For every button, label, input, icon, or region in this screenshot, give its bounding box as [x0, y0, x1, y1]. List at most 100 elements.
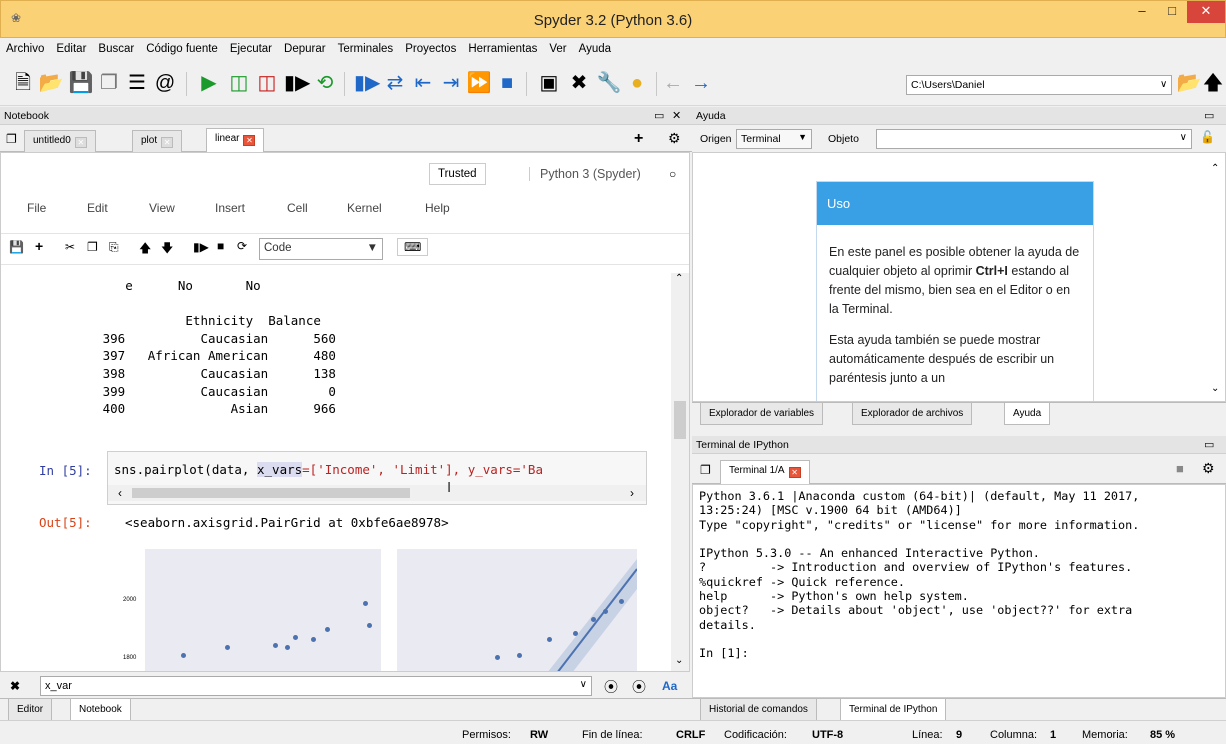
menu-terminales[interactable]: Terminales	[332, 38, 400, 55]
cell-hscrollbar[interactable]: ‹ ›	[108, 485, 646, 501]
origen-select[interactable]: Terminal ▼	[736, 129, 812, 149]
help-vscrollbar[interactable]: ⌃ ⌄	[1209, 163, 1225, 399]
close-find-icon[interactable]: ✖	[10, 679, 20, 693]
menu-herramientas[interactable]: Herramientas	[462, 38, 543, 55]
new-notebook-icon[interactable]: +	[634, 130, 643, 148]
jmenu-edit[interactable]: Edit	[87, 201, 108, 215]
stop-debug-icon[interactable]: ■	[494, 68, 520, 98]
menu-proyectos[interactable]: Proyectos	[399, 38, 462, 55]
scroll-thumb[interactable]	[674, 401, 686, 439]
tab-untitled0[interactable]: untitled0 ✕	[24, 130, 96, 152]
jmove-up-icon[interactable]: 🡅	[139, 239, 151, 260]
tab-file-explorer[interactable]: Explorador de archivos	[852, 403, 973, 425]
folder-browse-icon[interactable]: 📂	[1176, 68, 1202, 98]
tab-ipython-terminal[interactable]: Terminal de IPython	[840, 699, 947, 721]
maximize-button[interactable]: □	[1157, 1, 1187, 23]
parent-directory-icon[interactable]: 🡅	[1200, 68, 1226, 98]
tab-linear[interactable]: linear ✕	[206, 128, 265, 152]
undock-icon[interactable]: ▭	[654, 109, 664, 122]
close-tab-icon[interactable]: ✕	[161, 137, 174, 148]
working-directory-input[interactable]: C:\Users\Daniel	[906, 75, 1172, 95]
tab-terminal-1a[interactable]: Terminal 1/A ✕	[720, 460, 810, 484]
at-icon[interactable]: @	[152, 68, 178, 98]
scroll-thumb[interactable]	[132, 488, 410, 498]
options-gear-icon[interactable]: ⚙	[1202, 460, 1215, 477]
step-return-icon[interactable]: ⇥	[438, 68, 464, 98]
outline-icon[interactable]: ☰	[124, 68, 150, 98]
close-button[interactable]: ✕	[1187, 1, 1225, 23]
scroll-up-icon[interactable]: ⌃	[675, 273, 683, 284]
fullscreen-icon[interactable]: ✖	[566, 68, 592, 98]
continue-icon[interactable]: ⏩	[466, 68, 492, 98]
jkeyboard-icon[interactable]: ⌨	[397, 238, 429, 256]
code-cell[interactable]: sns.pairplot(data, x_vars=['Income', 'Li…	[107, 451, 647, 505]
close-tab-icon[interactable]: ✕	[74, 137, 87, 148]
jinsert-cell-icon[interactable]: +	[35, 238, 43, 254]
notebook-vscrollbar[interactable]: ⌃ ⌄	[671, 273, 689, 671]
new-file-icon[interactable]: 🗎	[10, 68, 36, 98]
maximize-pane-icon[interactable]: ▣	[536, 68, 562, 98]
browse-tabs-icon[interactable]: ❐	[700, 463, 711, 477]
jsave-icon[interactable]: 💾	[9, 240, 24, 254]
run-cell-icon[interactable]: ◫	[226, 68, 252, 98]
dropdown-arrow-icon[interactable]: ∨	[580, 679, 587, 690]
stop-kernel-icon[interactable]: ■	[1176, 461, 1184, 476]
find-next-icon[interactable]: ⦿	[632, 677, 646, 697]
menu-depurar[interactable]: Depurar	[278, 38, 332, 55]
jmove-down-icon[interactable]: 🡇	[161, 239, 173, 260]
jmenu-file[interactable]: File	[27, 201, 46, 215]
scroll-down-icon[interactable]: ⌄	[675, 655, 683, 666]
trusted-indicator[interactable]: Trusted	[429, 163, 486, 185]
scroll-up-icon[interactable]: ⌃	[1211, 163, 1219, 174]
tab-plot[interactable]: plot ✕	[132, 130, 183, 152]
close-tab-icon[interactable]: ✕	[788, 467, 801, 478]
jcopy-icon[interactable]: ❐	[87, 240, 98, 254]
tab-history[interactable]: Historial de comandos	[700, 699, 817, 721]
menu-ejecutar[interactable]: Ejecutar	[224, 38, 278, 55]
preferences-wrench-icon[interactable]: 🔧	[596, 68, 622, 98]
scroll-right-icon[interactable]: ›	[630, 486, 634, 500]
find-input[interactable]: x_var ∨	[40, 676, 592, 696]
case-sensitive-toggle[interactable]: Aa	[662, 679, 677, 693]
run-selection-icon[interactable]: ▮▶	[284, 68, 310, 98]
tab-ayuda[interactable]: Ayuda	[1004, 403, 1051, 425]
cell-type-select[interactable]: Code ▼	[259, 238, 383, 260]
menu-ver[interactable]: Ver	[543, 38, 572, 55]
run-icon[interactable]: ▶	[196, 68, 222, 98]
browse-tabs-icon[interactable]: ❐	[6, 132, 17, 146]
save-all-icon[interactable]: ❐	[96, 68, 122, 98]
minimize-button[interactable]: –	[1127, 1, 1157, 23]
options-gear-icon[interactable]: ⚙	[668, 130, 681, 147]
jcut-icon[interactable]: ✂	[65, 240, 75, 254]
jmenu-help[interactable]: Help	[425, 201, 450, 215]
scroll-left-icon[interactable]: ‹	[118, 486, 122, 500]
find-previous-icon[interactable]: ⦿	[604, 677, 618, 697]
ipython-console[interactable]: Python 3.6.1 |Anaconda custom (64-bit)| …	[692, 484, 1226, 698]
jmenu-insert[interactable]: Insert	[215, 201, 245, 215]
menu-buscar[interactable]: Buscar	[92, 38, 140, 55]
tab-editor[interactable]: Editor	[8, 699, 53, 721]
jmenu-view[interactable]: View	[149, 201, 175, 215]
jstop-icon[interactable]: ■	[217, 239, 224, 253]
jmenu-cell[interactable]: Cell	[287, 201, 308, 215]
menu-ayuda[interactable]: Ayuda	[573, 38, 617, 55]
jrun-icon[interactable]: ▮▶	[193, 240, 209, 254]
run-cell-advance-icon[interactable]: ◫	[254, 68, 280, 98]
jmenu-kernel[interactable]: Kernel	[347, 201, 382, 215]
undock-icon[interactable]: ▭	[1204, 109, 1214, 122]
path-dropdown-icon[interactable]: ∨	[1160, 79, 1167, 90]
forward-arrow-icon[interactable]: →	[688, 68, 714, 98]
python-path-icon[interactable]: ●	[624, 68, 650, 98]
dropdown-arrow-icon[interactable]: ∨	[1180, 132, 1187, 143]
lock-icon[interactable]: 🔓	[1200, 130, 1215, 144]
back-arrow-icon[interactable]: ←	[660, 68, 686, 98]
jrestart-icon[interactable]: ⟳	[237, 239, 247, 253]
menu-editar[interactable]: Editar	[50, 38, 92, 55]
menu-codigo-fuente[interactable]: Código fuente	[140, 38, 224, 55]
undock-icon[interactable]: ▭	[1204, 438, 1214, 451]
scroll-down-icon[interactable]: ⌄	[1211, 383, 1219, 394]
debug-icon[interactable]: ▮▶	[354, 68, 380, 98]
close-pane-icon[interactable]: ✕	[672, 109, 681, 122]
step-icon[interactable]: ⇄	[382, 68, 408, 98]
menu-archivo[interactable]: Archivo	[0, 38, 50, 55]
